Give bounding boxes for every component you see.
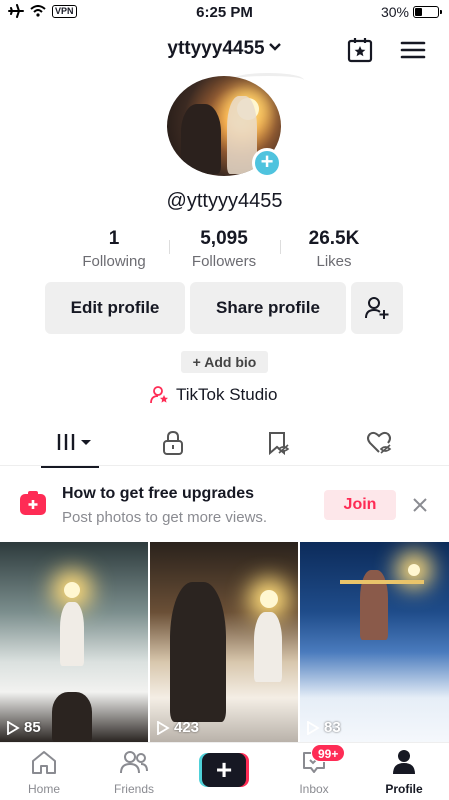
add-bio-button[interactable]: + Add bio (181, 351, 268, 373)
photo-plus-icon (20, 491, 46, 515)
following-label: Following (82, 253, 146, 270)
nav-profile-label: Profile (385, 782, 423, 796)
following-count: 1 (108, 228, 120, 249)
username-title: yttyyy4455 (167, 38, 265, 59)
add-friend-button[interactable] (351, 282, 403, 334)
join-button[interactable]: Join (324, 490, 396, 520)
battery-icon (413, 6, 442, 18)
tab-liked[interactable] (350, 430, 410, 462)
tab-private[interactable] (143, 430, 203, 462)
profile-icon (393, 750, 415, 774)
banner-subtitle: Post photos to get more views. (62, 509, 268, 526)
edit-profile-button[interactable]: Edit profile (45, 282, 185, 334)
close-icon[interactable] (411, 496, 429, 514)
following-stat[interactable]: 1 Following (59, 228, 169, 270)
tiktok-studio-label: TikTok Studio (176, 385, 278, 404)
followers-label: Followers (191, 253, 257, 270)
nav-friends[interactable]: Friends (94, 749, 174, 796)
status-right: 30% (380, 4, 442, 20)
video-thumbnail[interactable]: 423 (150, 542, 298, 742)
studio-person-icon (150, 386, 168, 404)
video-thumbnail[interactable]: 85 (0, 542, 148, 742)
banner-title: How to get free upgrades (62, 485, 255, 502)
status-bar: VPN 6:25 PM 30% (0, 0, 449, 26)
friends-icon (120, 751, 148, 774)
create-button[interactable]: + (199, 753, 249, 787)
nav-profile[interactable]: Profile (364, 749, 444, 796)
view-count: 85 (6, 719, 41, 736)
top-nav: yttyyy4455 (0, 30, 449, 70)
add-story-icon[interactable]: + (252, 148, 282, 178)
profile-stats: 1 Following 5,095 Followers 26.5K Likes (0, 228, 449, 278)
video-thumbnail[interactable]: 83 (300, 542, 449, 742)
grid-dropdown-icon (57, 434, 91, 450)
tab-favorites[interactable] (248, 430, 308, 462)
plus-icon: + (202, 753, 246, 787)
heart-hidden-icon (367, 431, 392, 454)
play-icon (157, 720, 170, 735)
content-tabs (0, 424, 449, 468)
nav-inbox-label: Inbox (299, 782, 329, 796)
followers-count: 5,095 (200, 228, 248, 249)
chevron-down-icon (268, 43, 281, 51)
lock-icon (163, 430, 183, 455)
upgrade-banner: How to get free upgrades Post photos to … (0, 468, 449, 540)
bookmark-hidden-icon (269, 432, 290, 456)
play-icon (307, 720, 320, 735)
video-grid: 85 423 83 (0, 542, 449, 742)
battery-percent: 30% (380, 4, 409, 20)
nav-home[interactable]: Home (4, 749, 84, 796)
nav-friends-label: Friends (113, 782, 154, 796)
account-switcher[interactable]: yttyyy4455 (0, 38, 449, 60)
home-icon (32, 751, 56, 774)
user-handle: @yttyyy4455 (166, 190, 283, 212)
tiktok-studio-link[interactable]: TikTok Studio (150, 384, 277, 406)
likes-count: 26.5K (308, 228, 360, 249)
inbox-badge: 99+ (311, 744, 346, 762)
followers-stat[interactable]: 5,095 Followers (169, 228, 279, 270)
menu-icon[interactable] (399, 36, 427, 64)
play-icon (7, 720, 20, 735)
view-count: 423 (156, 719, 199, 736)
calendar-star-icon[interactable] (346, 36, 374, 64)
share-profile-button[interactable]: Share profile (190, 282, 346, 334)
view-count: 83 (306, 719, 341, 736)
likes-label: Likes (316, 253, 352, 270)
likes-stat[interactable]: 26.5K Likes (279, 228, 389, 270)
add-user-icon (365, 297, 389, 319)
nav-home-label: Home (27, 782, 60, 796)
tab-videos[interactable] (41, 430, 101, 468)
bottom-nav: Home Friends + Inbox Profile (0, 742, 449, 800)
